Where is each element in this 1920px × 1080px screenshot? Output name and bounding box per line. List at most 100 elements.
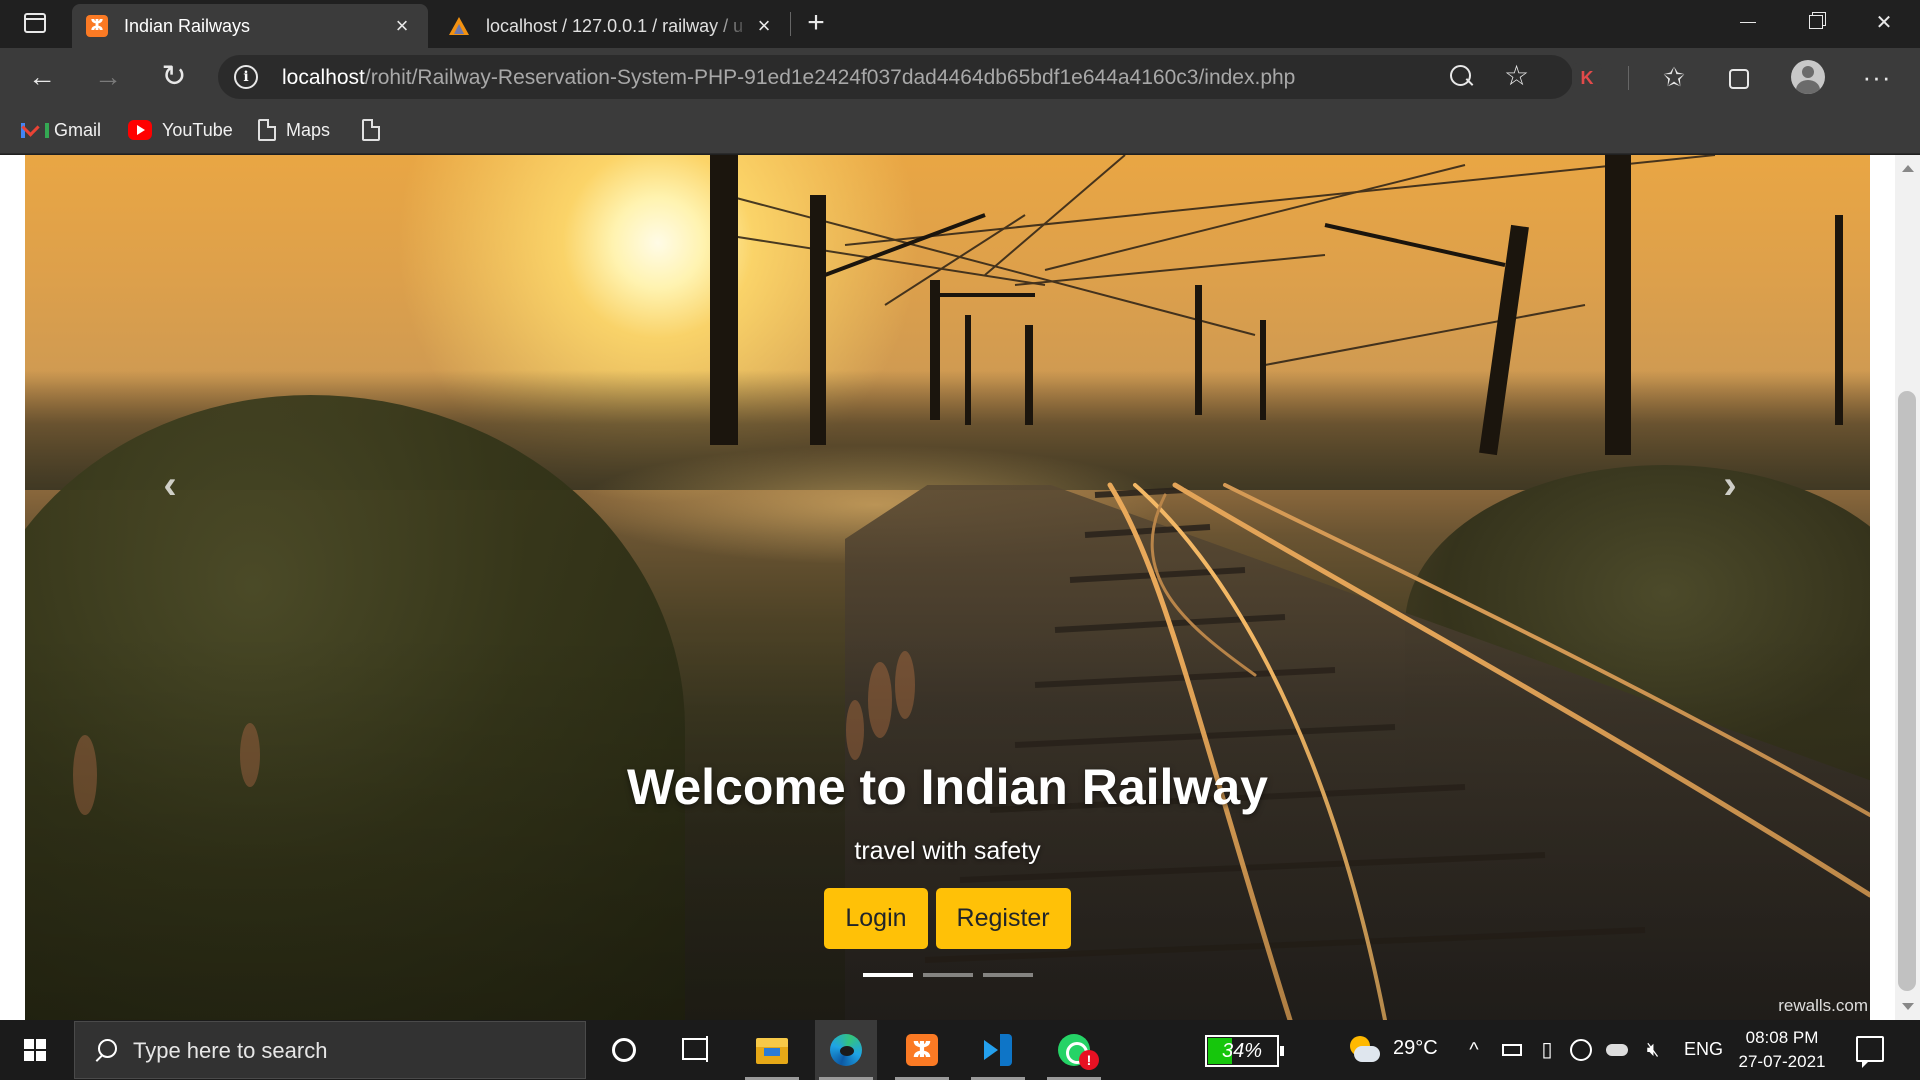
bookmark-maps[interactable]: Maps — [258, 115, 330, 145]
new-tab-button[interactable]: + — [800, 8, 832, 40]
system-clock[interactable]: 08:08 PM 27-07-2021 — [1730, 1026, 1834, 1074]
carousel-prev-button[interactable]: ‹ — [140, 455, 200, 515]
cortana-button[interactable] — [593, 1020, 655, 1080]
forward-button[interactable]: → — [88, 57, 128, 97]
taskbar-search-input[interactable] — [133, 1034, 563, 1068]
xampp-button[interactable] — [891, 1020, 953, 1080]
hero-subtitle: travel with safety — [854, 837, 1041, 865]
meet-now-icon[interactable]: ▯ — [1536, 1036, 1558, 1064]
tab-phpmyadmin[interactable]: localhost / 127.0.0.1 / railway / u × — [434, 4, 790, 48]
start-button[interactable] — [0, 1020, 70, 1080]
tab-actions-icon — [24, 13, 46, 33]
edge-icon — [830, 1034, 862, 1066]
browser-toolbar: ← → ↻ i localhost/rohit/Railway-Reservat… — [0, 48, 1920, 106]
carousel-indicators — [25, 973, 1870, 977]
extension-k-icon[interactable]: K — [1572, 63, 1602, 93]
close-window-button[interactable]: ✕ — [1856, 0, 1912, 44]
restore-button[interactable] — [1788, 0, 1844, 44]
clock-time: 08:08 PM — [1745, 1028, 1819, 1047]
scrollbar-thumb[interactable] — [1898, 391, 1916, 991]
folder-icon — [756, 1038, 788, 1064]
url-host: localhost — [282, 66, 365, 89]
more-options-icon[interactable]: ··· — [1860, 60, 1894, 94]
minimize-button[interactable] — [1720, 0, 1776, 44]
clock-date: 27-07-2021 — [1738, 1052, 1826, 1071]
carousel-caption: Welcome to Indian Railway travel with sa… — [25, 755, 1870, 949]
image-watermark: rewalls.com — [1778, 996, 1868, 1015]
bookmark-gmail[interactable]: Gmail — [20, 115, 101, 145]
phpmyadmin-icon — [448, 15, 470, 37]
tab-actions-button[interactable] — [14, 10, 58, 38]
windows-logo-icon — [36, 1039, 46, 1049]
scroll-up-icon[interactable] — [1902, 165, 1914, 172]
tab-indian-railways[interactable]: Indian Railways × — [72, 4, 428, 48]
bookmark-untitled[interactable] — [362, 115, 390, 145]
page-icon — [362, 119, 380, 141]
xampp-icon — [906, 1034, 938, 1066]
language-indicator[interactable]: ENG — [1684, 1039, 1723, 1060]
bookmark-youtube[interactable]: YouTube — [128, 115, 233, 145]
page-scrollbar[interactable] — [1895, 155, 1920, 1020]
collections-icon[interactable] — [1722, 60, 1756, 94]
profile-avatar[interactable] — [1791, 60, 1825, 94]
url-text[interactable]: localhost/rohit/Railway-Reservation-Syst… — [282, 66, 1295, 90]
action-center-icon[interactable] — [1856, 1036, 1884, 1068]
carousel-indicator-3[interactable] — [982, 973, 1033, 977]
windows-logo-icon — [24, 1039, 34, 1049]
bookmark-label: YouTube — [162, 119, 233, 140]
cortana-icon — [612, 1038, 636, 1062]
page-icon — [258, 119, 276, 141]
restore-icon — [1809, 15, 1823, 29]
onedrive-icon[interactable] — [1604, 1036, 1630, 1064]
site-info-icon[interactable]: i — [234, 65, 258, 89]
vscode-icon — [982, 1034, 1014, 1066]
close-tab-icon[interactable]: × — [752, 14, 776, 38]
register-button[interactable]: Register — [935, 888, 1071, 949]
battery-indicator[interactable]: 34% — [1205, 1035, 1284, 1067]
carousel-indicator-1[interactable] — [862, 973, 913, 977]
hero-carousel: ‹ › Welcome to Indian Railway travel wit… — [25, 155, 1870, 1020]
file-explorer-button[interactable] — [741, 1020, 803, 1080]
weather-icon[interactable] — [1348, 1036, 1380, 1064]
tab-strip: Indian Railways × localhost / 127.0.0.1 … — [0, 0, 1920, 48]
gmail-icon — [20, 120, 49, 140]
bookmarks-bar: Gmail YouTube Maps — [0, 106, 1920, 154]
battery-percent: 34% — [1221, 1040, 1263, 1062]
hero-buttons: Login Register — [25, 888, 1870, 949]
whatsapp-button[interactable]: ! — [1043, 1020, 1105, 1080]
address-bar[interactable]: i localhost/rohit/Railway-Reservation-Sy… — [218, 55, 1573, 99]
windows-logo-icon — [36, 1051, 46, 1061]
tab-title: Indian Railways — [124, 15, 251, 36]
favorites-icon[interactable]: ✩ — [1657, 60, 1691, 94]
xampp-icon — [86, 15, 108, 37]
search-icon — [95, 1039, 117, 1061]
page-viewport: ‹ › Welcome to Indian Railway travel wit… — [0, 155, 1920, 1020]
toolbar-divider — [1628, 66, 1629, 90]
task-view-icon — [680, 1034, 712, 1066]
add-favorite-icon[interactable]: ☆ — [1504, 61, 1529, 91]
carousel-indicator-2[interactable] — [922, 973, 973, 977]
chevron-up-icon[interactable]: ^ — [1463, 1036, 1485, 1064]
back-button[interactable]: ← — [22, 57, 62, 97]
close-tab-icon[interactable]: × — [390, 14, 414, 38]
vscode-button[interactable] — [967, 1020, 1029, 1080]
task-view-button[interactable] — [665, 1020, 727, 1080]
youtube-icon — [128, 120, 152, 140]
taskbar-search[interactable] — [74, 1021, 586, 1079]
scroll-down-icon[interactable] — [1902, 1003, 1914, 1010]
volume-muted-icon[interactable]: 🔇︎ — [1640, 1036, 1666, 1064]
url-path: /rohit/Railway-Reservation-System-PHP-91… — [364, 66, 1296, 89]
bookmark-label: Gmail — [54, 119, 102, 140]
network-icon[interactable] — [1568, 1036, 1594, 1064]
windows-logo-icon — [24, 1051, 34, 1061]
login-button[interactable]: Login — [824, 888, 928, 949]
notification-badge: ! — [1079, 1050, 1099, 1070]
battery-icon[interactable] — [1500, 1036, 1524, 1064]
windows-taskbar: ! 34% 29°C ^ ▯ 🔇︎ ENG 08:08 PM 27-07-202… — [0, 1020, 1920, 1080]
reload-button[interactable]: ↻ — [154, 57, 194, 97]
carousel-next-button[interactable]: › — [1700, 455, 1760, 515]
temperature[interactable]: 29°C — [1393, 1037, 1438, 1060]
edge-button[interactable] — [815, 1020, 877, 1080]
tab-title: localhost / 127.0.0.1 / railway / u — [486, 15, 744, 36]
zoom-icon[interactable] — [1450, 65, 1474, 89]
